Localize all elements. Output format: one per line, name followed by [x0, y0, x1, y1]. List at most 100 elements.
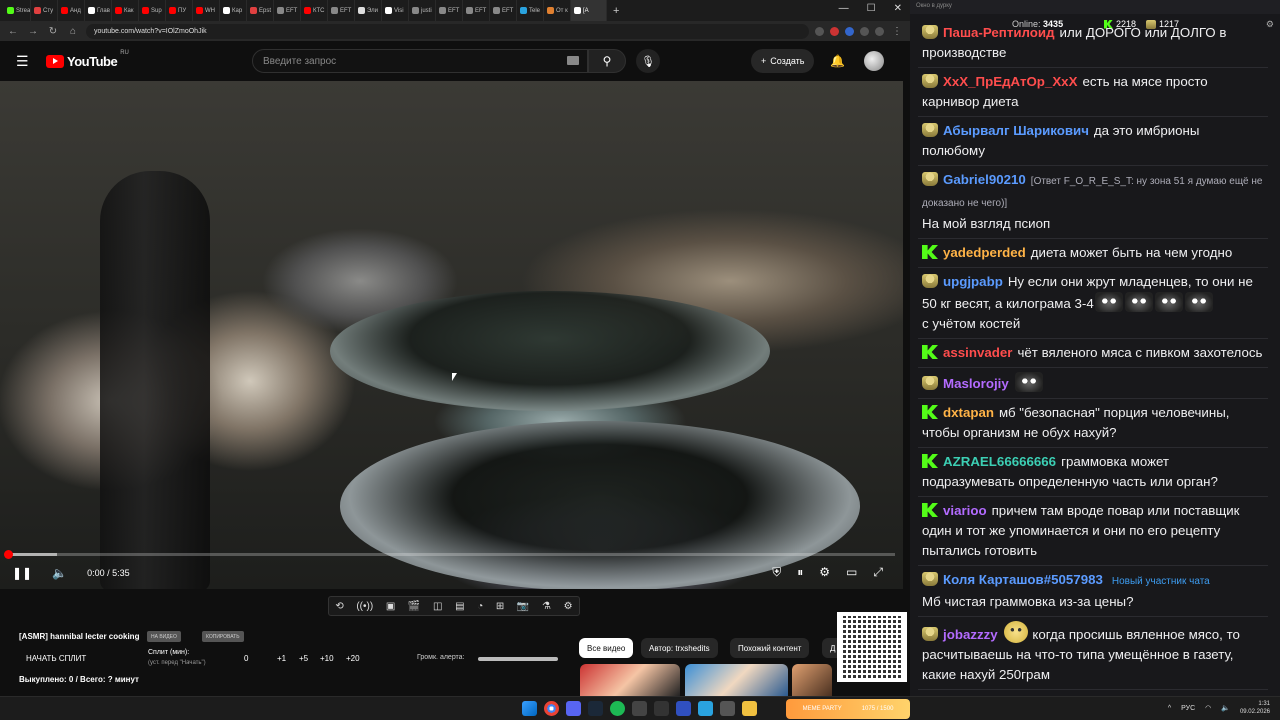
start-split-button[interactable]: НАЧАТЬ СПЛИТ	[26, 654, 86, 663]
autoplay-icon[interactable]: ⏸	[797, 565, 803, 580]
app-icon[interactable]	[676, 701, 691, 716]
youtube-logo[interactable]: YouTube RU	[46, 50, 129, 69]
back-icon[interactable]: ←	[6, 26, 20, 37]
chat-username[interactable]: Maslorojiy	[943, 376, 1009, 391]
alert-volume-slider[interactable]	[478, 657, 558, 661]
chat-username[interactable]: Абырвалг Шарикович	[943, 123, 1089, 138]
clapper-icon[interactable]: 🎬	[408, 601, 420, 612]
discord-icon[interactable]	[566, 701, 581, 716]
browser-tab[interactable]: Tele	[517, 0, 544, 21]
audio-icon[interactable]: ((•))	[356, 601, 373, 612]
meme-party-widget[interactable]: МЕМЕ PARTY 1075 / 1500	[786, 699, 910, 719]
wifi-icon[interactable]: ◠	[1205, 704, 1211, 712]
video-thumbnail[interactable]	[685, 664, 788, 696]
home-icon[interactable]: ⌂	[66, 26, 80, 37]
browser-tab[interactable]: EFT	[463, 0, 490, 21]
keyboard-icon[interactable]	[567, 56, 579, 65]
chat-username[interactable]: assinvader	[943, 345, 1012, 360]
browser-tab[interactable]: WH	[193, 0, 220, 21]
obs-icon[interactable]	[632, 701, 647, 716]
browser-tab[interactable]: Как	[112, 0, 139, 21]
fullscreen-icon[interactable]: ⤢	[873, 565, 883, 580]
record-icon[interactable]: ▣	[386, 601, 395, 612]
minimize-icon[interactable]: —	[839, 3, 849, 14]
mic-button[interactable]: 🎙	[636, 49, 660, 73]
browser-tab[interactable]: От к	[544, 0, 571, 21]
chevron-up-icon[interactable]: ^	[1168, 705, 1171, 712]
chat-username[interactable]: Gabriel90210	[943, 172, 1026, 187]
video-thumbnail[interactable]	[580, 664, 680, 696]
browser-tab[interactable]: Эли	[355, 0, 382, 21]
extension-icon[interactable]	[815, 26, 824, 36]
browser-tab[interactable]: Strea	[4, 0, 31, 21]
chrome-icon[interactable]	[544, 701, 559, 716]
menu-dots-icon[interactable]: ⋮	[890, 26, 904, 37]
chat-username[interactable]: yadedperded	[943, 245, 1026, 260]
app-icon[interactable]	[720, 701, 735, 716]
profile-icon[interactable]	[875, 26, 884, 36]
extension-icon[interactable]	[845, 26, 854, 36]
on-video-button[interactable]: НА ВИДЕО	[147, 631, 181, 642]
chat-username[interactable]: AZRAEL66666666	[943, 454, 1056, 469]
close-icon[interactable]: ✕	[894, 3, 902, 14]
browser-tab[interactable]: EFT	[436, 0, 463, 21]
settings-icon[interactable]: ⚙	[819, 565, 830, 580]
chat-username[interactable]: dxtapan	[943, 405, 994, 420]
add-icon[interactable]: ⊞	[496, 601, 504, 612]
chat-username[interactable]: jobazzzy	[943, 627, 998, 642]
search-button[interactable]: ⚲	[588, 49, 626, 73]
browser-tab[interactable]: EFT	[490, 0, 517, 21]
frame-icon[interactable]: ▤	[455, 601, 464, 612]
chip-similar[interactable]: Похожий контент	[730, 638, 810, 658]
download-icon[interactable]	[860, 26, 869, 36]
speed-icon[interactable]: ◔	[477, 601, 483, 612]
browser-tab[interactable]: Epst	[247, 0, 274, 21]
camera-icon[interactable]: 📷	[517, 601, 529, 612]
browser-tab[interactable]: Sup	[139, 0, 166, 21]
chat-username[interactable]: Паша-Рептилоид	[943, 25, 1055, 40]
copy-button[interactable]: КОПИРОВАТЬ	[202, 631, 244, 642]
progress-bar[interactable]	[8, 553, 895, 556]
browser-tab[interactable]: EFT	[328, 0, 355, 21]
split-plus-10-button[interactable]: +10	[320, 654, 334, 663]
telegram-icon[interactable]	[698, 701, 713, 716]
flask-icon[interactable]: ⚗	[542, 601, 551, 612]
spotify-icon[interactable]	[610, 701, 625, 716]
browser-tab[interactable]: Сту	[31, 0, 58, 21]
address-bar[interactable]: youtube.com/watch?v=IOlZmoOhJik	[86, 23, 809, 39]
browser-tab[interactable]: [A	[571, 0, 607, 21]
create-button[interactable]: + Создать	[751, 49, 815, 73]
chip-author[interactable]: Автор: trxshedits	[641, 638, 718, 658]
split-plus-5-button[interactable]: +5	[299, 654, 308, 663]
browser-tab[interactable]: Глав	[85, 0, 112, 21]
browser-tab[interactable]: Кар	[220, 0, 247, 21]
reload-icon[interactable]: ↻	[46, 26, 60, 37]
chat-username[interactable]: XxX_ПрЕдАтОр_XxX	[943, 74, 1077, 89]
lang-indicator[interactable]: РУС	[1181, 705, 1195, 712]
scrubber-handle[interactable]	[4, 550, 13, 559]
browser-tab[interactable]: justi	[409, 0, 436, 21]
chat-username[interactable]: upgjpabp	[943, 274, 1003, 289]
windows-start-icon[interactable]	[522, 701, 537, 716]
browser-tab[interactable]: EFT	[274, 0, 301, 21]
clock[interactable]: 1:31 09.02.2026	[1240, 700, 1270, 716]
folder-icon[interactable]	[742, 701, 757, 716]
bell-icon[interactable]: 🔔	[830, 54, 845, 68]
extension-icon[interactable]	[830, 26, 839, 36]
browser-tab[interactable]: КТС	[301, 0, 328, 21]
volume-icon[interactable]: 🔈	[52, 566, 67, 580]
hamburger-menu-icon[interactable]: ☰	[16, 53, 30, 70]
browser-tab[interactable]: Visi	[382, 0, 409, 21]
split-plus-1-button[interactable]: +1	[277, 654, 286, 663]
forward-icon[interactable]: →	[26, 26, 40, 37]
shield-icon[interactable]: ⛨	[772, 565, 781, 580]
browser-tab[interactable]: Анд	[58, 0, 85, 21]
avatar[interactable]	[864, 51, 884, 71]
video-player[interactable]	[0, 81, 903, 589]
chat-username[interactable]: Коля Карташов#5057983	[943, 572, 1103, 587]
chat-username[interactable]: viarioo	[943, 503, 987, 518]
maximize-icon[interactable]: ☐	[867, 3, 876, 14]
app-icon[interactable]	[654, 701, 669, 716]
chip-all-videos[interactable]: Все видео	[579, 638, 634, 658]
pip-icon[interactable]: ◫	[433, 601, 442, 612]
